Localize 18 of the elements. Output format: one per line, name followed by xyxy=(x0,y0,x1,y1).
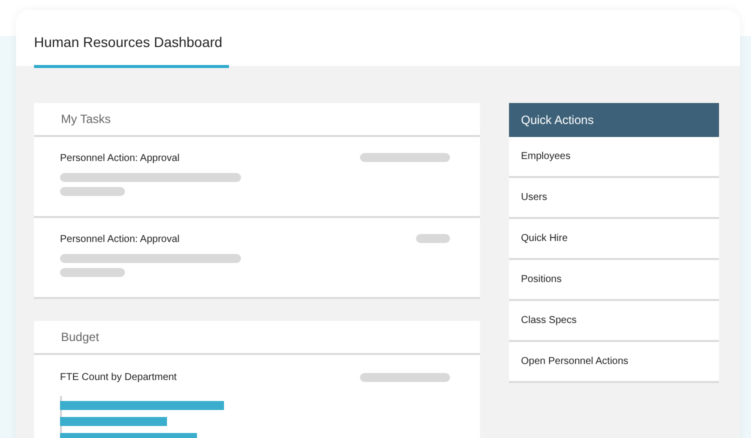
panel-title: Budget xyxy=(34,321,480,355)
quick-action-link[interactable]: Class Specs xyxy=(509,301,719,342)
panel-title: My Tasks xyxy=(34,103,480,137)
placeholder-bar xyxy=(60,268,125,277)
task-row[interactable]: Personnel Action: Approval xyxy=(34,218,480,299)
chart-title: FTE Count by Department xyxy=(60,372,177,383)
placeholder-bar xyxy=(60,187,125,196)
placeholder-bar xyxy=(416,234,450,243)
quick-action-link[interactable]: Quick Hire xyxy=(509,219,719,260)
dashboard-tab[interactable]: Human Resources Dashboard xyxy=(34,34,229,68)
quick-action-link[interactable]: Positions xyxy=(509,260,719,301)
panel-title: Quick Actions xyxy=(509,103,719,137)
quick-action-link[interactable]: Users xyxy=(509,178,719,219)
quick-action-link[interactable]: Employees xyxy=(509,137,719,178)
task-title: Personnel Action: Approval xyxy=(60,153,181,164)
task-title: Personnel Action: Approval xyxy=(60,234,181,245)
task-row[interactable]: Personnel Action: Approval xyxy=(34,137,480,218)
quick-action-link[interactable]: Open Personnel Actions xyxy=(509,342,719,383)
